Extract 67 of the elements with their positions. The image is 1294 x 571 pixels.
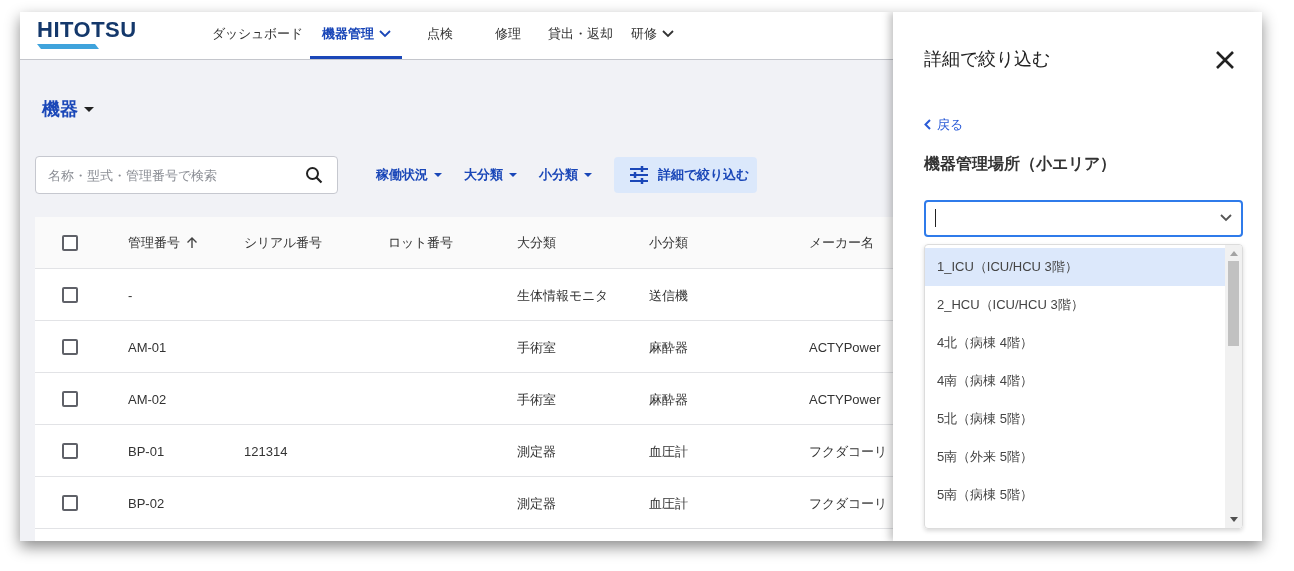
- table-cell: 血圧計: [649, 495, 688, 511]
- table-cell: 麻酔器: [649, 339, 688, 355]
- table-cell: AM-01: [128, 339, 167, 355]
- table-cell: -: [128, 287, 133, 303]
- table-cell: AM-02: [128, 391, 167, 407]
- table-cell: 血圧計: [649, 443, 688, 459]
- table-cell: BP-01: [128, 443, 165, 459]
- location-select-field[interactable]: [924, 199, 1243, 237]
- checkbox[interactable]: [62, 390, 78, 407]
- search-field[interactable]: 名称・型式・管理番号で検索: [35, 156, 338, 194]
- search-icon[interactable]: [305, 166, 323, 184]
- nav-tab[interactable]: 点検: [402, 12, 478, 59]
- caret-down-icon[interactable]: [584, 173, 592, 177]
- logo-swoosh-icon: [37, 44, 99, 49]
- column-header[interactable]: メーカー名: [809, 232, 874, 253]
- table-cell: フクダコーリ: [809, 495, 887, 511]
- chevron-down-icon[interactable]: [661, 30, 674, 38]
- nav-tab[interactable]: 修理: [478, 12, 538, 59]
- text-cursor: [935, 209, 936, 227]
- logo-text: HITOTSU: [37, 18, 137, 42]
- table-cell: 麻酔器: [649, 391, 688, 407]
- table-cell: BP-02: [128, 495, 165, 511]
- column-header[interactable]: ロット番号: [388, 232, 453, 253]
- table-cell: フクダコーリ: [809, 443, 887, 459]
- advanced-filter-button[interactable]: 詳細で絞り込む: [614, 157, 757, 193]
- nav-tab[interactable]: ダッシュボード: [205, 12, 310, 59]
- chevron-down-icon[interactable]: [1220, 214, 1232, 222]
- checkbox[interactable]: [62, 442, 78, 459]
- checkbox[interactable]: [62, 494, 78, 511]
- back-link[interactable]: 戻る: [924, 115, 963, 135]
- scroll-down-icon[interactable]: [1229, 516, 1238, 522]
- nav-tab[interactable]: 研修: [622, 12, 682, 59]
- nav-tab[interactable]: 貸出・返却: [538, 12, 622, 59]
- checkbox[interactable]: [62, 338, 78, 355]
- dropdown-option[interactable]: 1_ICU（ICU/HCU 3階）: [925, 247, 1225, 286]
- caret-down-icon[interactable]: [434, 173, 442, 177]
- scrollbar[interactable]: [1225, 244, 1242, 528]
- table-cell: 測定器: [517, 495, 556, 511]
- field-label: 機器管理場所（小エリア）: [924, 153, 1117, 174]
- page-title[interactable]: 機器: [42, 96, 78, 123]
- close-icon[interactable]: [1215, 49, 1235, 70]
- sort-arrow-up-icon[interactable]: [186, 236, 198, 249]
- filter-dropdown-button[interactable]: 小分類: [528, 157, 603, 193]
- chevron-left-icon[interactable]: [924, 119, 931, 131]
- column-header[interactable]: 小分類: [649, 232, 688, 253]
- chevron-down-icon[interactable]: [378, 30, 391, 38]
- table-cell: ACTYPower: [809, 391, 881, 407]
- column-header[interactable]: 管理番号: [128, 232, 198, 253]
- panel-title: 詳細で絞り込む: [924, 48, 1050, 71]
- table-cell: 手術室: [517, 391, 556, 407]
- caret-down-icon[interactable]: [84, 106, 94, 113]
- filter-dropdown-button[interactable]: 稼働状況: [365, 157, 453, 193]
- checkbox[interactable]: [62, 286, 78, 303]
- filter-dropdown-button[interactable]: 大分類: [453, 157, 528, 193]
- table-cell: 生体情報モニタ: [517, 287, 608, 303]
- scrollbar-thumb[interactable]: [1228, 260, 1239, 346]
- table-cell: 測定器: [517, 443, 556, 459]
- table-cell: ACTYPower: [809, 339, 881, 355]
- column-header[interactable]: 大分類: [517, 232, 556, 253]
- nav-tab[interactable]: 機器管理: [310, 12, 402, 59]
- column-header[interactable]: シリアル番号: [244, 232, 322, 253]
- table-cell: 手術室: [517, 339, 556, 355]
- table-cell: 121314: [244, 443, 288, 459]
- sliders-icon[interactable]: [630, 166, 648, 184]
- table-cell: 送信機: [649, 287, 688, 303]
- checkbox[interactable]: [62, 234, 78, 251]
- caret-down-icon[interactable]: [509, 173, 517, 177]
